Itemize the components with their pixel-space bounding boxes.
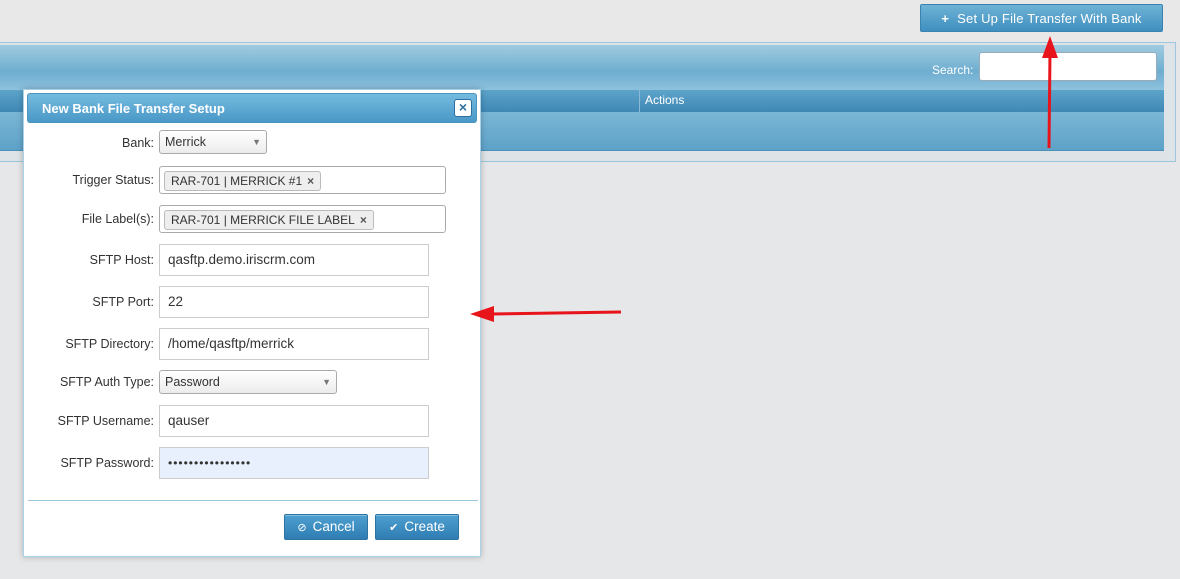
up-arrow-annotation	[1042, 36, 1058, 149]
left-arrow-annotation	[470, 306, 622, 322]
annotation-arrows	[470, 36, 1058, 322]
